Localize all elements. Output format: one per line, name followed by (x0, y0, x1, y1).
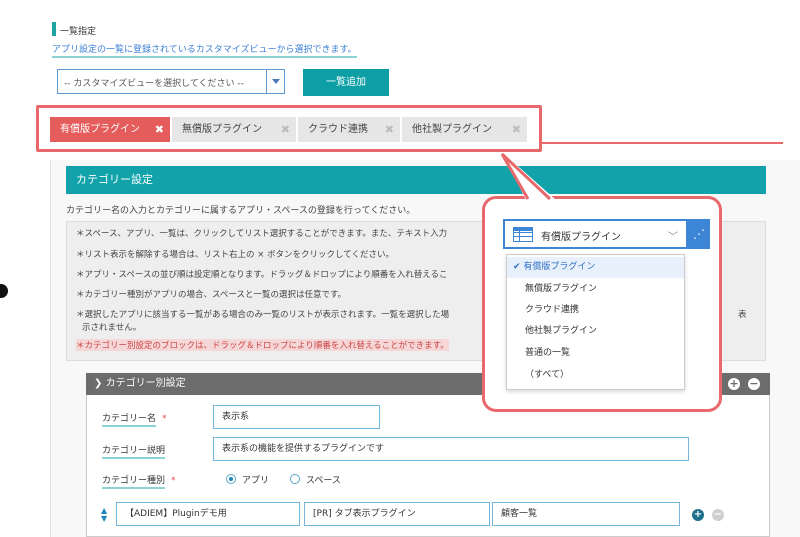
dropdown-option[interactable]: 無償版プラグイン (507, 279, 684, 300)
dropdown-option[interactable]: （すべて） (507, 365, 684, 386)
category-description-label: カテゴリー説明 (102, 443, 166, 459)
section-accent-bar (52, 22, 56, 36)
minus-circle-icon[interactable]: − (748, 378, 760, 390)
category-block-title: カテゴリー別設定 (105, 378, 186, 389)
minus-circle-icon[interactable]: − (712, 509, 724, 521)
dropdown-option[interactable]: クラウド連携 (507, 300, 684, 321)
dropdown-option[interactable]: ✔ 有償版プラグイン (507, 257, 684, 278)
note-item: ＊選択したアプリに該当する一覧がある場合のみ一覧のリストが表示されます。一覧を選… (76, 310, 450, 320)
category-name-label: カテゴリー名 * (102, 411, 167, 427)
customize-view-select-value: -- カスタマイズビューを選択してください -- (64, 79, 244, 89)
category-settings-header: カテゴリー設定 (66, 166, 766, 194)
chevron-down-icon[interactable]: ﹀ (668, 228, 678, 243)
chevron-down-icon[interactable]: ❯ (94, 378, 102, 389)
share-icon[interactable]: ⋰ (688, 219, 710, 249)
note-item: ＊アプリ・スペースの並び順は設定順となります。ドラッグ＆ドロップにより順番を入れ… (76, 270, 448, 280)
sort-icon[interactable]: ▲ ▼ (101, 507, 107, 523)
edge-dot (0, 284, 8, 298)
callout-connector-line (540, 142, 783, 144)
dropdown-option[interactable]: 普通の一覧 (507, 343, 684, 364)
note-overflow-text: 表 (738, 310, 747, 320)
note-item: ＊リスト表示を解除する場合は、リスト右上の × ボタンをクリックしてください。 (76, 250, 395, 260)
radio-space[interactable] (290, 474, 300, 484)
note-item: ＊カテゴリー種別がアプリの場合、スペースと一覧の選択は任意です。 (76, 290, 347, 300)
radio-space-label: スペース (306, 476, 341, 486)
view-select[interactable]: 顧客一覧 (492, 502, 680, 526)
radio-app-label: アプリ (242, 476, 270, 486)
category-description-input[interactable]: 表示系の機能を提供するプラグインです (213, 437, 689, 461)
category-settings-description: カテゴリー名の入力とカテゴリーに属するアプリ・スペースの登録を行ってください。 (66, 206, 416, 216)
category-name-input[interactable]: 表示系 (213, 405, 380, 429)
add-view-button[interactable]: 一覧追加 (303, 69, 389, 96)
check-icon: ✔ (513, 262, 521, 272)
section-title: 一覧指定 (60, 27, 97, 37)
app-select[interactable]: 【ADIEM】Pluginデモ用 (116, 502, 300, 526)
grid-icon (513, 227, 533, 242)
dropdown-option[interactable]: 他社製プラグイン (507, 321, 684, 342)
plus-circle-icon[interactable]: + (692, 509, 704, 521)
section-description: アプリ設定の一覧に登録されているカスタマイズビューから選択できます。 (52, 42, 357, 58)
category-dropdown-value: 有償版プラグイン (541, 232, 621, 243)
note-item: ＊スペース、アプリ、一覧は、クリックしてリスト選択することができます。また、テキ… (76, 229, 448, 239)
category-dropdown[interactable]: 有償版プラグイン ﹀ (503, 219, 688, 249)
plus-circle-icon[interactable]: + (728, 378, 740, 390)
customize-view-select[interactable]: -- カスタマイズビューを選択してください -- (57, 69, 285, 94)
callout-tail (500, 152, 556, 201)
category-dropdown-list: ✔ 有償版プラグイン 無償版プラグイン クラウド連携 他社製プラグイン 普通の一… (506, 254, 685, 390)
radio-app[interactable] (226, 474, 236, 484)
note-item-highlighted: ＊カテゴリー別設定のブロックは、ドラッグ＆ドロップにより順番を入れ替えることがで… (76, 339, 449, 351)
chevron-down-icon[interactable] (266, 70, 284, 93)
space-select[interactable]: [PR] タブ表示プラグイン (304, 502, 490, 526)
category-type-label: カテゴリー種別 * (102, 473, 176, 489)
note-item-continued: 示されません。 (82, 323, 142, 333)
tabs-highlight-frame (36, 105, 542, 152)
